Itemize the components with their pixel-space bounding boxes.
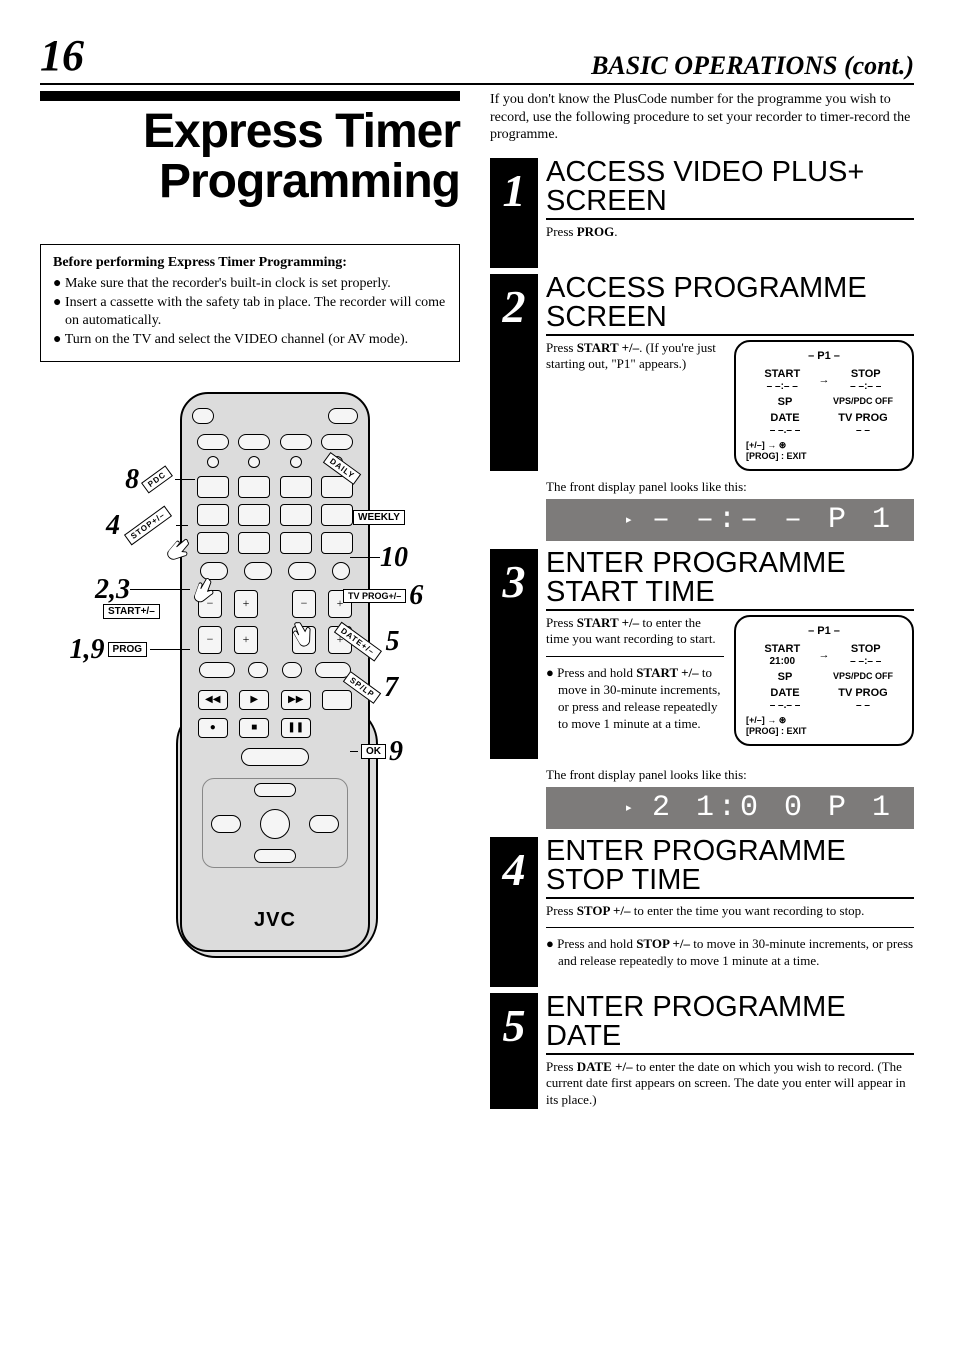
callout-weekly: WEEKLY — [350, 510, 430, 525]
osd-screen: – P1 – START– –:– – → STOP– –:– – SP VPS… — [734, 340, 914, 471]
step-number: 1 — [490, 158, 538, 268]
vfd-display: ▸ 2 1:0 0 P 1 — [546, 787, 914, 829]
prep-lead: Before performing Express Timer Programm… — [53, 255, 447, 271]
step-text: Press START +/– to enter the time you wa… — [546, 615, 724, 649]
osd-screen: – P1 – START21:00 → STOP– –:– – SP VPS/P… — [734, 615, 914, 746]
callout-daily: DAILY — [320, 462, 380, 475]
page-header: 16 BASIC OPERATIONS (cont.) — [40, 30, 914, 85]
step-bullet: Press and hold STOP +/– to move in 30-mi… — [546, 936, 914, 970]
step-1: 1 ACCESS VIDEO PLUS+ SCREEN Press PROG. — [490, 158, 914, 268]
step-title: ACCESS VIDEO PLUS+ SCREEN — [546, 158, 914, 220]
rule — [40, 91, 460, 101]
step-3: 3 ENTER PROGRAMME START TIME Press START… — [490, 549, 914, 759]
rec-icon: ▸ — [626, 513, 632, 526]
step-5: 5 ENTER PROGRAMME DATE Press DATE +/– to… — [490, 993, 914, 1110]
step-text: Press STOP +/– to enter the time you wan… — [546, 903, 914, 920]
step-title: ENTER PROGRAMME STOP TIME — [546, 837, 914, 899]
step-title: ENTER PROGRAMME START TIME — [546, 549, 914, 611]
prep-item: Make sure that the recorder's built-in c… — [53, 275, 447, 293]
callout-6: TV PROG+/– 6 — [340, 580, 430, 612]
step-text: Press START +/–. (If you're just startin… — [546, 340, 724, 374]
step-title: ENTER PROGRAMME DATE — [546, 993, 914, 1055]
callout-7: SP/LP 7 — [340, 672, 420, 704]
panel-note: The front display panel looks like this: — [546, 767, 914, 783]
callout-19: 1,9 PROG — [40, 634, 190, 666]
panel-note: The front display panel looks like this: — [546, 479, 914, 495]
rec-icon: ▸ — [626, 801, 632, 814]
callout-4: 4 STOP+/– — [40, 510, 188, 542]
intro-text: If you don't know the PlusCode number fo… — [490, 91, 914, 144]
remote-diagram: −+−+ −+−+ ◀◀▶▶▶ ●■❚❚ JVC 8 PDC — [40, 382, 420, 972]
callout-8: 8 PDC — [40, 464, 195, 496]
step-2: 2 ACCESS PROGRAMME SCREEN Press START +/… — [490, 274, 914, 471]
main-title: Express Timer Programming — [40, 107, 460, 208]
step-title: ACCESS PROGRAMME SCREEN — [546, 274, 914, 336]
callout-10: 10 — [350, 542, 420, 574]
vfd-display: ▸ – –:– – P 1 — [546, 499, 914, 541]
callout-9: OK 9 — [350, 736, 430, 768]
brand-logo: JVC — [182, 909, 368, 932]
page-number: 16 — [40, 30, 84, 81]
step-bullet: Press and hold START +/– to move in 30-m… — [546, 665, 724, 733]
step-number: 3 — [490, 549, 538, 759]
step-4: 4 ENTER PROGRAMME STOP TIME Press STOP +… — [490, 837, 914, 987]
step-number: 2 — [490, 274, 538, 471]
prep-box: Before performing Express Timer Programm… — [40, 244, 460, 362]
prep-item: Insert a cassette with the safety tab in… — [53, 294, 447, 329]
step-number: 4 — [490, 837, 538, 987]
section-title: BASIC OPERATIONS (cont.) — [591, 51, 914, 81]
callout-23-label: START+/– — [103, 604, 160, 619]
callout-23: 2,3 — [40, 574, 190, 606]
step-number: 5 — [490, 993, 538, 1110]
step-text: Press DATE +/– to enter the date on whic… — [546, 1059, 914, 1110]
step-text: Press PROG. — [546, 224, 914, 241]
callout-5: DATE+/– 5 — [330, 626, 410, 658]
prep-item: Turn on the TV and select the VIDEO chan… — [53, 331, 447, 349]
